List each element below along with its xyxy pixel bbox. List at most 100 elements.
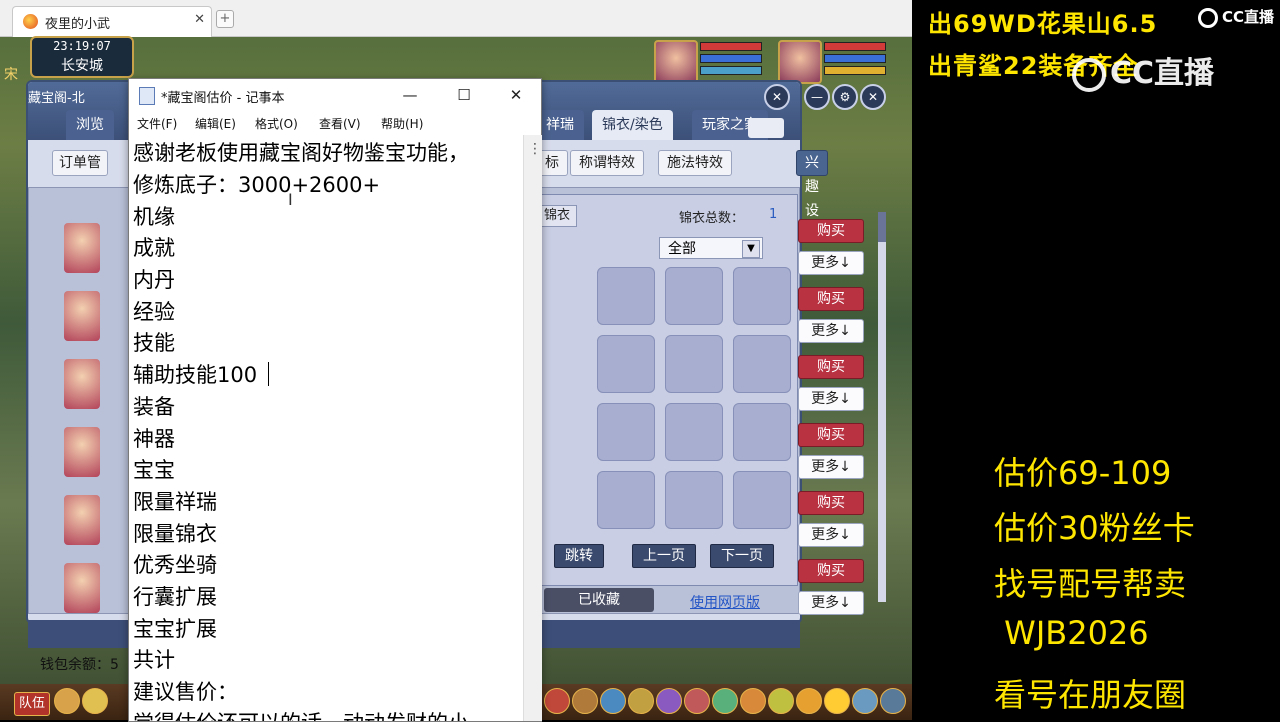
jinyi-slot[interactable] — [733, 471, 791, 529]
gear-icon[interactable]: ⚙ — [832, 84, 858, 110]
notepad-text-area[interactable]: 感谢老板使用藏宝阁好物鉴宝功能， 修炼底子：3000+2600+ 机缘 成就 内… — [129, 135, 523, 721]
list-avatar[interactable] — [64, 359, 100, 409]
search-icon[interactable] — [748, 118, 784, 138]
listing-scroll-thumb[interactable] — [878, 212, 886, 242]
location-name: 长安城 — [61, 58, 103, 74]
system-icon[interactable] — [880, 688, 906, 714]
list-avatar[interactable] — [64, 291, 100, 341]
buy-button[interactable]: 购买 — [798, 423, 864, 447]
jinyi-slot[interactable] — [597, 471, 655, 529]
text-line: 感谢老板使用藏宝阁好物鉴宝功能， — [133, 141, 469, 165]
jinyi-slot[interactable] — [665, 335, 723, 393]
pet-hp-bar — [700, 42, 762, 51]
title-effect-button[interactable]: 称谓特效 — [570, 150, 644, 176]
jinyi-slot[interactable] — [597, 403, 655, 461]
list-avatar[interactable] — [64, 495, 100, 545]
jinyi-slot[interactable] — [733, 267, 791, 325]
overlay-line: 找号配号帮卖 — [994, 565, 1187, 603]
jinyi-slot[interactable] — [665, 403, 723, 461]
more-button[interactable]: 更多↓ — [798, 251, 864, 275]
text-line: 限量锦衣 — [133, 522, 217, 546]
buy-button[interactable]: 购买 — [798, 355, 864, 379]
list-avatar[interactable] — [64, 223, 100, 273]
prev-page-button[interactable]: 上一页 — [632, 544, 696, 568]
interest-settings-button[interactable]: 兴趣设置 — [796, 150, 828, 243]
stream-overlay: 出69WD花果山6.5 出青鲨22装备齐全 CC直播 CC直播 估价69-109… — [912, 0, 1280, 720]
minimize-button[interactable]: — — [393, 83, 427, 107]
list-avatar[interactable] — [64, 427, 100, 477]
jinyi-filter-select[interactable]: 全部 ▼ — [659, 237, 763, 259]
buy-button[interactable]: 购买 — [798, 491, 864, 515]
list-avatar[interactable] — [64, 563, 100, 613]
notepad-window: *藏宝阁估价 - 记事本 — ☐ ✕ 文件(F) 编辑(E) 格式(O) 查看(… — [128, 78, 542, 722]
browser-tab[interactable]: 夜里的小武 ✕ — [12, 6, 212, 37]
close-tab-icon[interactable]: ✕ — [194, 12, 205, 27]
jinyi-slot[interactable] — [597, 335, 655, 393]
menu-file[interactable]: 文件(F) — [137, 115, 177, 132]
tab-jinyi[interactable]: 锦衣/染色 — [592, 110, 673, 140]
toolbar-item-icon[interactable] — [572, 688, 598, 714]
menu-help[interactable]: 帮助(H) — [381, 115, 423, 132]
jump-button[interactable]: 跳转 — [554, 544, 604, 568]
order-manage-button[interactable]: 订单管 — [52, 150, 108, 176]
more-options-icon[interactable]: ⋮ — [528, 141, 542, 157]
team-button[interactable]: 队伍 — [14, 692, 50, 716]
jinyi-slot[interactable] — [597, 267, 655, 325]
notepad-titlebar[interactable]: *藏宝阁估价 - 记事本 — ☐ ✕ — [129, 79, 541, 111]
close-button[interactable]: ✕ — [499, 83, 533, 107]
collected-button[interactable]: 已收藏 — [544, 588, 654, 612]
game-clock: 23:19:07 长安城 — [30, 36, 134, 78]
text-line: 成就 — [133, 236, 175, 260]
chevron-down-icon[interactable]: ▼ — [742, 240, 760, 258]
more-button[interactable]: 更多↓ — [798, 591, 864, 615]
chat-icon[interactable] — [82, 688, 108, 714]
pet-portrait[interactable] — [654, 40, 698, 84]
toolbar-item-icon[interactable] — [656, 688, 682, 714]
toolbar-item-icon[interactable] — [544, 688, 570, 714]
more-button[interactable]: 更多↓ — [798, 455, 864, 479]
menu-edit[interactable]: 编辑(E) — [195, 115, 236, 132]
menu-format[interactable]: 格式(O) — [255, 115, 298, 132]
toolbar-item-icon[interactable] — [796, 688, 822, 714]
jinyi-slot[interactable] — [665, 471, 723, 529]
cc-logo-icon — [1072, 57, 1106, 92]
more-button[interactable]: 更多↓ — [798, 387, 864, 411]
text-line: 宝宝扩展 — [133, 617, 217, 641]
player-portrait[interactable] — [778, 40, 822, 84]
jinyi-slot[interactable] — [733, 403, 791, 461]
more-button[interactable]: 更多↓ — [798, 319, 864, 343]
close-icon[interactable]: ✕ — [860, 84, 886, 110]
toolbar-item-icon[interactable] — [712, 688, 738, 714]
pet-exp-bar — [700, 66, 762, 75]
text-line: 优秀坐骑 — [133, 553, 217, 577]
jinyi-slot[interactable] — [733, 335, 791, 393]
emoji-icon[interactable] — [824, 688, 850, 714]
browser-tab-title: 夜里的小武 — [45, 17, 111, 32]
notepad-scrollbar[interactable]: ⋮ — [523, 135, 542, 721]
web-version-link[interactable]: 使用网页版 — [690, 592, 760, 612]
toolbar-item-icon[interactable] — [600, 688, 626, 714]
buy-button[interactable]: 购买 — [798, 559, 864, 583]
toolbar-item-icon[interactable] — [768, 688, 794, 714]
buy-button[interactable]: 购买 — [798, 219, 864, 243]
new-tab-button[interactable]: + — [216, 10, 234, 28]
toolbar-item-icon[interactable] — [684, 688, 710, 714]
listing-scrollbar[interactable] — [878, 212, 886, 602]
toolbar-item-icon[interactable] — [740, 688, 766, 714]
close-icon[interactable]: ✕ — [764, 84, 790, 110]
toolbar-item-icon[interactable] — [852, 688, 878, 714]
buy-button[interactable]: 购买 — [798, 287, 864, 311]
tab-browse[interactable]: 浏览 — [66, 110, 114, 140]
spell-effect-button[interactable]: 施法特效 — [658, 150, 732, 176]
next-page-button[interactable]: 下一页 — [710, 544, 774, 568]
minimize-icon[interactable]: — — [804, 84, 830, 110]
tab-xiangrui[interactable]: 祥瑞 — [536, 110, 584, 140]
voice-icon[interactable] — [54, 688, 80, 714]
menu-view[interactable]: 查看(V) — [319, 115, 361, 132]
more-button[interactable]: 更多↓ — [798, 523, 864, 547]
jinyi-tag[interactable]: 锦衣 — [537, 205, 578, 227]
jinyi-slot[interactable] — [665, 267, 723, 325]
maximize-button[interactable]: ☐ — [447, 83, 481, 107]
toolbar-item-icon[interactable] — [628, 688, 654, 714]
text-line: 内丹 — [133, 268, 175, 292]
